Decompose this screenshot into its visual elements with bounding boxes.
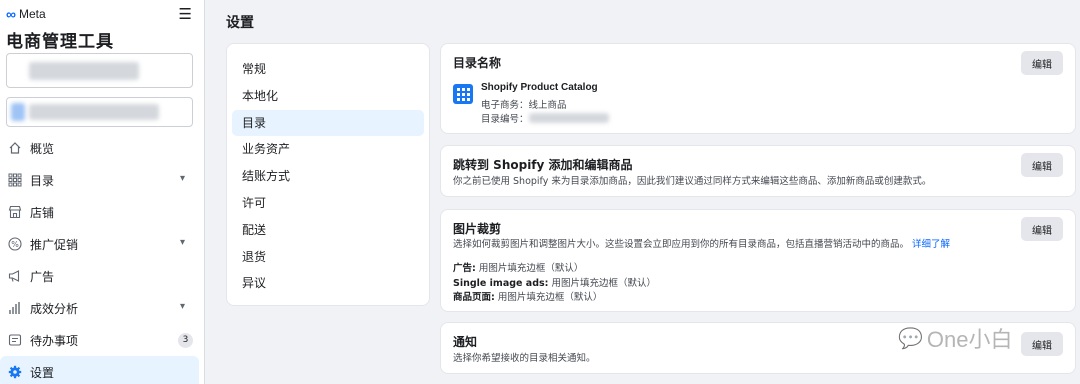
chevron-down-icon[interactable]: ▾ [180, 173, 185, 184]
submenu-item-business-assets[interactable]: 业务资产 [232, 136, 424, 163]
card-description: 你之前已使用 Shopify 来为目录添加商品，因此我们建议通过同样方式来编辑这… [453, 176, 932, 187]
submenu-item-shipping[interactable]: 配送 [232, 217, 424, 244]
setting-label: 商品页面: [453, 292, 495, 303]
chevron-down-icon[interactable]: ▾ [180, 301, 185, 312]
settings-submenu: 常规 本地化 目录 业务资产 结账方式 许可 配送 退货 异议 [226, 43, 430, 306]
learn-more-link[interactable]: 详细了解 [912, 239, 950, 250]
submenu-item-permissions[interactable]: 许可 [232, 190, 424, 217]
setting-label: Single image ads: [453, 278, 549, 289]
submenu-item-general[interactable]: 常规 [232, 56, 424, 83]
percent-icon: % [8, 237, 22, 251]
setting-value: 用图片填充边框（默认） [551, 278, 656, 289]
meta-logo[interactable]: ∞ Meta [6, 6, 46, 22]
meta-infinity-icon: ∞ [6, 6, 16, 22]
page-title: 设置 [226, 15, 254, 31]
redacted-avatar [11, 103, 25, 121]
card-title: 目录名称 [453, 56, 502, 70]
card-description: 选择如何裁剪图片和调整图片大小。这些设置会立即应用到你的所有目录商品，包括直播营… [453, 236, 950, 250]
sidebar-item-label: 店铺 [30, 205, 55, 220]
grid-icon [8, 173, 22, 187]
watermark-text: One小白 [926, 327, 1013, 352]
app-title: 电商管理工具 [6, 32, 114, 52]
meta-logo-text: Meta [18, 7, 46, 21]
megaphone-icon [8, 269, 22, 283]
brand-row: ∞ Meta ☰ [6, 6, 196, 22]
business-selector[interactable] [6, 53, 193, 88]
catalog-id-label: 目录编号： [481, 114, 529, 125]
sidebar-item-todo[interactable]: 待办事项 3 [0, 324, 205, 356]
wechat-icon: 💬 [898, 327, 923, 350]
submenu-item-localization[interactable]: 本地化 [232, 83, 424, 110]
sidebar-item-overview[interactable]: 概览 [0, 132, 205, 164]
chevron-down-icon[interactable]: ▾ [180, 237, 185, 248]
sidebar-item-label: 待办事项 [30, 333, 79, 348]
crop-setting-ads: 广告: 用图片填充边框（默认） [453, 260, 583, 274]
crop-setting-product-page: 商品页面: 用图片填充边框（默认） [453, 289, 602, 303]
bar-chart-icon [8, 301, 22, 315]
sidebar-item-settings[interactable]: 设置 [0, 356, 199, 384]
edit-button[interactable]: 编辑 [1021, 217, 1063, 241]
redacted-catalog-id [528, 113, 609, 123]
sidebar-item-insights[interactable]: 成效分析 ▾ [0, 292, 205, 324]
card-title: 跳转到 Shopify 添加和编辑商品 [453, 158, 633, 172]
menu-icon[interactable]: ☰ [179, 7, 192, 22]
catalog-id: 目录编号： [481, 111, 609, 125]
sidebar-item-ads[interactable]: 广告 [0, 260, 205, 292]
redacted-text [29, 104, 159, 120]
setting-label: 广告: [453, 263, 476, 274]
edit-button[interactable]: 编辑 [1021, 332, 1063, 356]
submenu-item-checkout[interactable]: 结账方式 [232, 163, 424, 190]
submenu-item-catalog[interactable]: 目录 [232, 109, 424, 137]
card-title: 通知 [453, 335, 478, 349]
store-icon [8, 205, 22, 219]
shopify-card: 跳转到 Shopify 添加和编辑商品 编辑 你之前已使用 Shopify 来为… [440, 145, 1076, 197]
sidebar-item-label: 广告 [30, 269, 55, 284]
todo-count-badge: 3 [178, 333, 193, 348]
catalog-name: Shopify Product Catalog [481, 82, 598, 93]
sidebar-item-store[interactable]: 店铺 [0, 196, 205, 228]
catalog-selector[interactable] [6, 97, 193, 127]
sidebar-item-catalog[interactable]: 目录 ▾ [0, 164, 205, 196]
card-title: 图片裁剪 [453, 222, 502, 236]
sidebar: ∞ Meta ☰ 电商管理工具 概览 目录 ▾ 店铺 % 推广促销 ▾ 广告 成… [0, 0, 205, 384]
sidebar-item-label: 设置 [30, 365, 55, 380]
submenu-item-returns[interactable]: 退货 [232, 244, 424, 271]
todo-icon [8, 333, 22, 347]
submenu-item-disputes[interactable]: 异议 [232, 270, 424, 297]
catalog-type: 电子商务：线上商品 [481, 100, 567, 111]
card-description: 选择你希望接收的目录相关通知。 [453, 353, 596, 364]
catalog-icon [453, 84, 473, 104]
sidebar-item-label: 概览 [30, 141, 55, 156]
sidebar-item-label: 成效分析 [30, 301, 79, 316]
sidebar-item-label: 推广促销 [30, 237, 79, 252]
watermark: 💬 One小白 [898, 322, 1013, 354]
edit-button[interactable]: 编辑 [1021, 51, 1063, 75]
svg-text:%: % [11, 240, 19, 249]
setting-value: 用图片填充边框（默认） [478, 263, 584, 274]
image-crop-card: 图片裁剪 编辑 选择如何裁剪图片和调整图片大小。这些设置会立即应用到你的所有目录… [440, 209, 1076, 312]
gear-icon [8, 365, 22, 379]
sidebar-item-promotions[interactable]: % 推广促销 ▾ [0, 228, 205, 260]
catalog-name-card: 目录名称 编辑 Shopify Product Catalog 电子商务：线上商… [440, 43, 1076, 134]
sidebar-item-label: 目录 [30, 173, 55, 188]
redacted-text [29, 62, 139, 80]
setting-value: 用图片填充边框（默认） [497, 292, 603, 303]
home-icon [8, 141, 22, 155]
edit-button[interactable]: 编辑 [1021, 153, 1063, 177]
sidebar-nav: 概览 目录 ▾ 店铺 % 推广促销 ▾ 广告 成效分析 ▾ 待办事项 3 设置 [0, 132, 205, 384]
crop-setting-single-image-ads: Single image ads: 用图片填充边框（默认） [453, 275, 656, 289]
crop-description-text: 选择如何裁剪图片和调整图片大小。这些设置会立即应用到你的所有目录商品，包括直播营… [453, 239, 910, 250]
